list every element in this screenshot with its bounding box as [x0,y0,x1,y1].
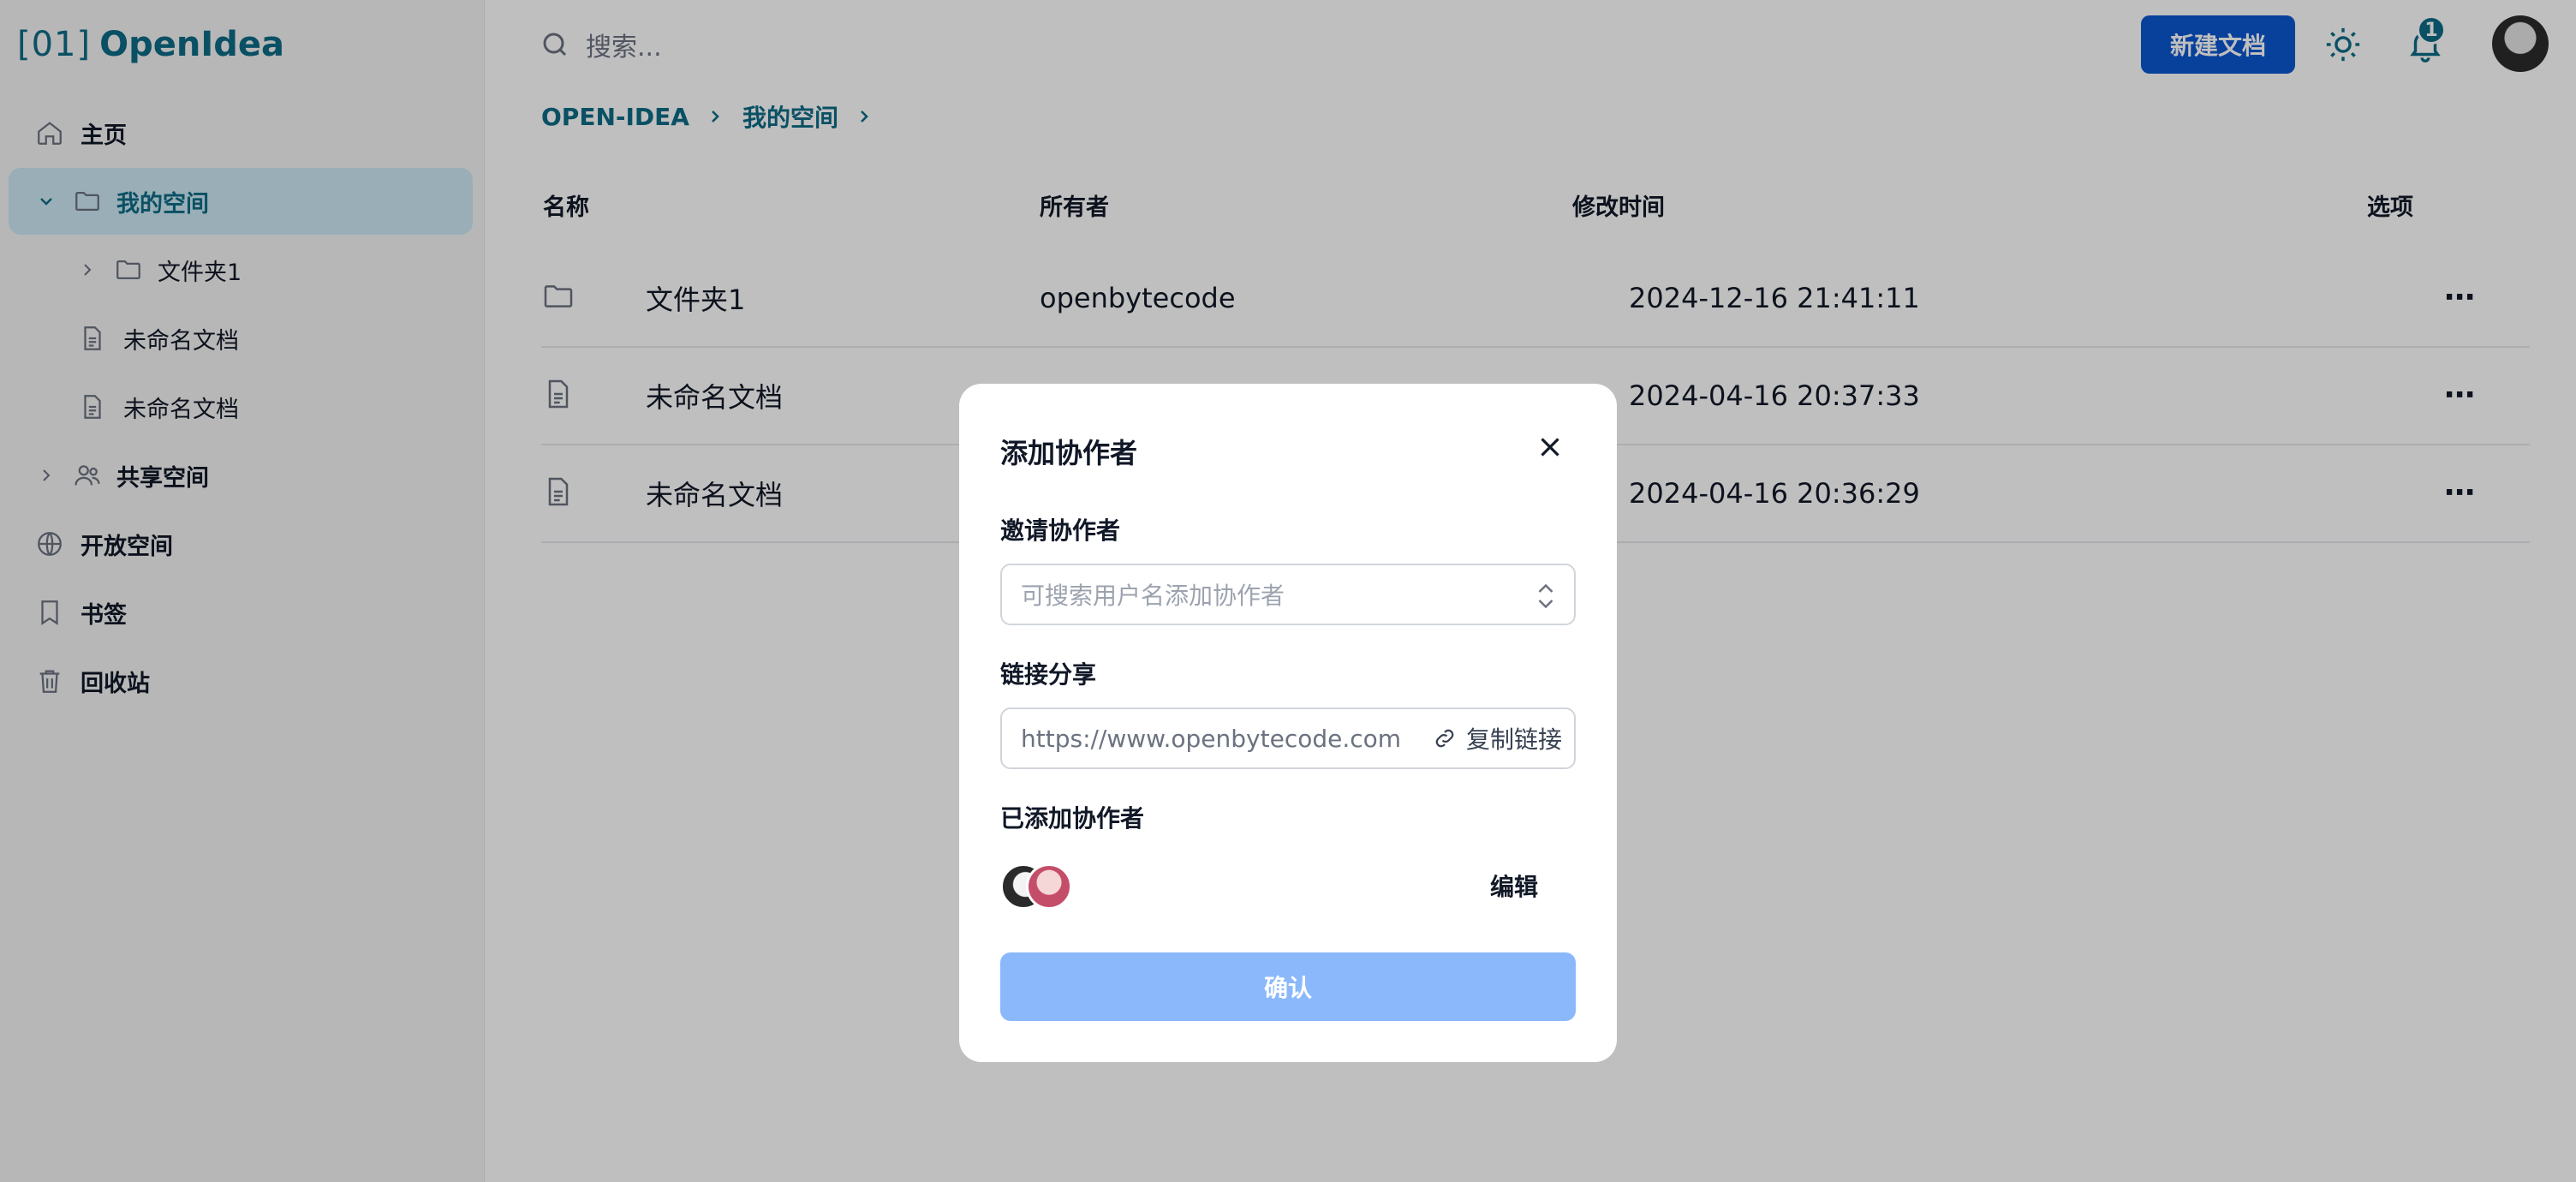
app-root: [01] OpenIdea 主页 我的空间 文件夹1 未命名文档 未命名文档 共… [0,0,2576,1182]
dialog-title: 添加协作者 [1000,437,1138,469]
copy-link-button[interactable]: 复制链接 [1432,709,1562,767]
copy-link-label: 复制链接 [1465,725,1562,754]
invite-placeholder: 可搜索用户名添加协作者 [1021,582,1285,610]
invite-collaborator-select[interactable]: 可搜索用户名添加协作者 [1000,564,1576,625]
link-icon [1435,729,1454,748]
share-link-value: https://www.openbytecode.com [1021,724,1402,753]
link-share-label: 链接分享 [1000,660,1097,689]
close-button[interactable] [1524,421,1576,473]
add-collaborator-dialog: 添加协作者 邀请协作者 可搜索用户名添加协作者 链接分享 https://www… [959,384,1617,1062]
invite-label: 邀请协作者 [1000,516,1121,545]
chevron-up-down-icon [1533,581,1559,612]
avatar[interactable] [1026,863,1072,910]
close-icon [1541,438,1559,457]
added-collaborators-label: 已添加协作者 [1000,804,1145,833]
share-link-field[interactable]: https://www.openbytecode.com 复制链接 [1000,707,1576,769]
confirm-button[interactable]: 确认 [1000,952,1576,1021]
edit-collaborators-button[interactable]: 编辑 [1490,869,1538,903]
collaborator-avatars [1000,863,1086,911]
